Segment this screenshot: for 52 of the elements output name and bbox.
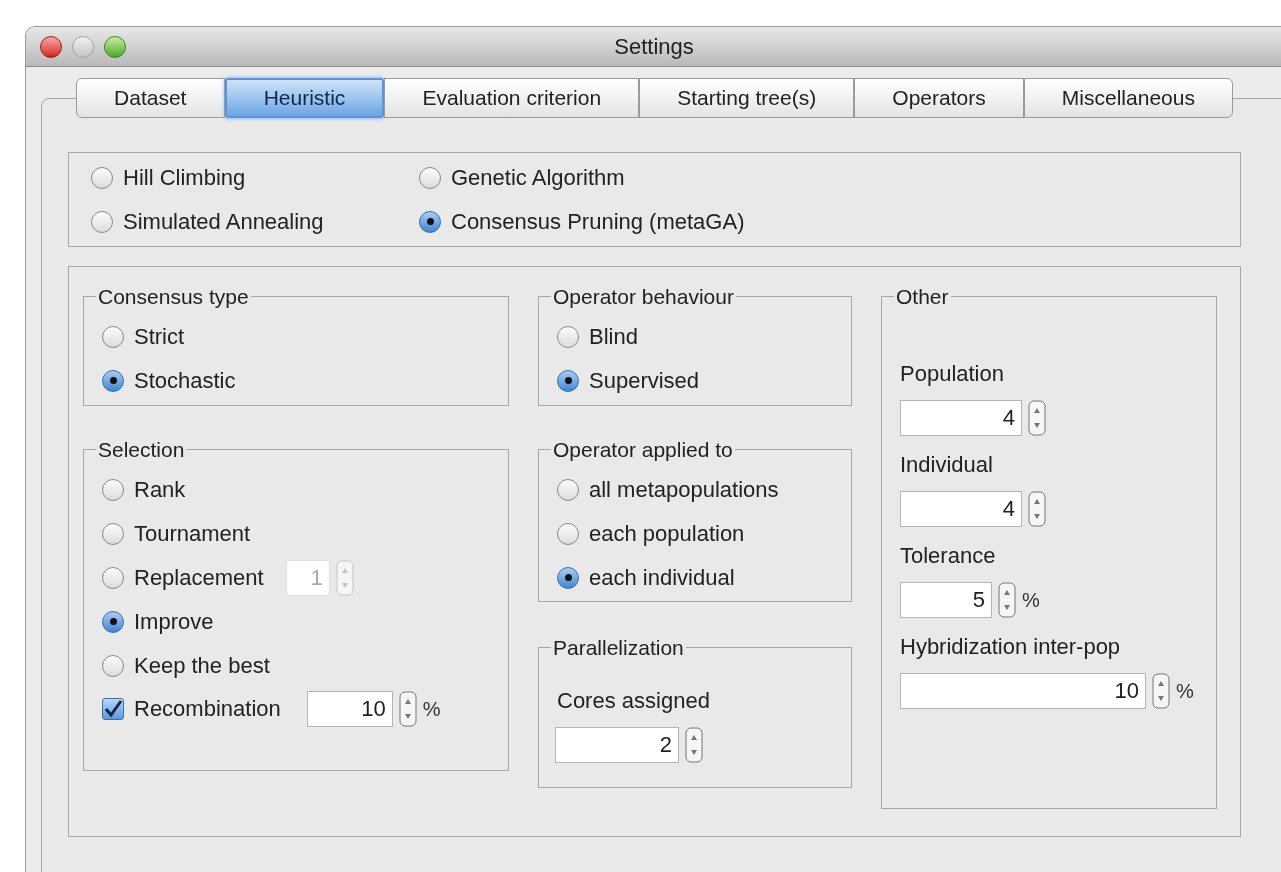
field-label: Individual (900, 450, 994, 479)
field-label: Hybridization inter-pop (900, 632, 1122, 661)
radio-option[interactable]: Strict (102, 314, 490, 359)
tab[interactable]: Dataset (76, 78, 225, 118)
field-label: Tolerance (900, 541, 997, 570)
number-field[interactable]: 4 (900, 490, 1022, 527)
radio-option[interactable]: Genetic Algorithm (419, 155, 1240, 200)
radio-option[interactable]: Tournament (102, 511, 251, 556)
radio-option[interactable]: Consensus Pruning (metaGA) (419, 199, 1240, 244)
field-label: Cores assigned (557, 686, 711, 715)
tab[interactable]: Evaluation criterion (384, 78, 640, 118)
close-icon[interactable] (40, 35, 62, 58)
stepper-button[interactable] (1152, 672, 1170, 709)
number-field[interactable]: 2 (555, 726, 679, 763)
number-field[interactable]: 10 (306, 690, 393, 727)
radio-option[interactable]: Supervised (557, 358, 833, 403)
radio-option[interactable]: Keep the best (102, 643, 270, 688)
tab[interactable]: Miscellaneous (1023, 78, 1234, 118)
radio-option[interactable]: Blind (557, 314, 833, 359)
radio-option[interactable]: Hill Climbing (91, 155, 419, 200)
radio-option[interactable]: Rank (102, 467, 186, 512)
group-title: Operator behaviour (552, 284, 735, 310)
unit-label: % (1022, 587, 1040, 613)
radio-option[interactable]: each individual (557, 555, 833, 600)
stepper-button[interactable] (398, 690, 417, 727)
group-title: Consensus type (97, 284, 250, 310)
window-title: Settings (614, 33, 694, 61)
group-title: Other (895, 284, 950, 310)
number-field[interactable]: 5 (900, 581, 992, 618)
tab[interactable]: Starting tree(s) (639, 78, 855, 118)
number-field[interactable]: 4 (900, 399, 1022, 436)
tab[interactable]: Operators (854, 78, 1024, 118)
number-field[interactable]: 10 (900, 672, 1146, 709)
group-title: Operator applied to (552, 437, 734, 463)
stepper-button[interactable] (998, 581, 1016, 618)
radio-option[interactable]: Stochastic (102, 358, 490, 403)
unit-label: % (422, 696, 441, 722)
stepper-button[interactable] (1028, 399, 1046, 436)
radio-option[interactable]: all metapopulations (557, 467, 833, 512)
tab[interactable]: Heuristic (224, 78, 385, 118)
field-label: Population (900, 359, 1005, 388)
stepper-button[interactable] (685, 726, 703, 763)
radio-option[interactable]: Simulated Annealing (91, 199, 419, 244)
group-title: Selection (97, 437, 186, 463)
stepper-button[interactable] (1028, 490, 1046, 527)
radio-option[interactable]: each population (557, 511, 833, 556)
zoom-icon[interactable] (104, 35, 126, 58)
unit-label: % (1176, 678, 1194, 704)
radio-option[interactable]: Replacement (102, 555, 264, 600)
checkbox-option[interactable]: Recombination (102, 692, 281, 725)
group-title: Parallelization (552, 635, 685, 661)
radio-option[interactable]: Improve (102, 599, 214, 644)
